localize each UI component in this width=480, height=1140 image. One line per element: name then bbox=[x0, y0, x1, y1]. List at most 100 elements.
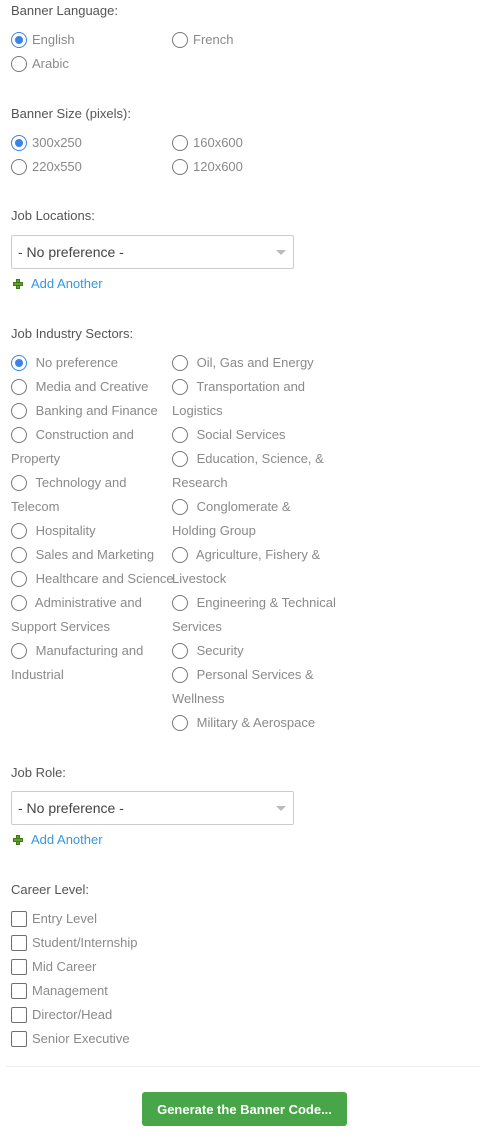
radio-label: Administrative and Support Services bbox=[11, 595, 142, 634]
radio-icon[interactable] bbox=[11, 159, 27, 175]
radio-icon[interactable] bbox=[172, 32, 188, 48]
radio-120x600[interactable]: 120x600 bbox=[172, 155, 243, 179]
radio-icon[interactable] bbox=[11, 547, 27, 563]
checkbox-icon[interactable] bbox=[11, 935, 27, 951]
banner-language-label: Banner Language: bbox=[11, 3, 118, 18]
radio-industry-oil-gas[interactable]: Oil, Gas and Energy bbox=[172, 351, 337, 375]
checkbox-icon[interactable] bbox=[11, 911, 27, 927]
radio-label: 220x550 bbox=[32, 159, 82, 174]
radio-icon[interactable] bbox=[172, 355, 188, 371]
checkbox-icon[interactable] bbox=[11, 959, 27, 975]
job-locations-label: Job Locations: bbox=[11, 208, 95, 223]
radio-icon[interactable] bbox=[172, 715, 188, 731]
add-another-label: Add Another bbox=[31, 832, 103, 847]
radio-icon[interactable] bbox=[172, 451, 188, 467]
radio-icon[interactable] bbox=[172, 427, 188, 443]
radio-industry-administrative[interactable]: Administrative and Support Services bbox=[11, 591, 171, 639]
radio-icon[interactable] bbox=[11, 56, 27, 72]
radio-icon[interactable] bbox=[11, 595, 27, 611]
checkbox-label: Mid Career bbox=[32, 959, 97, 974]
radio-label: Oil, Gas and Energy bbox=[196, 355, 314, 370]
radio-industry-security[interactable]: Security bbox=[172, 639, 337, 663]
radio-industry-technology[interactable]: Technology and Telecom bbox=[11, 471, 171, 519]
checkbox-entry-level[interactable]: Entry Level bbox=[11, 907, 97, 931]
radio-industry-education[interactable]: Education, Science, & Research bbox=[172, 447, 337, 495]
radio-label: Conglomerate & Holding Group bbox=[172, 499, 291, 538]
checkbox-label: Senior Executive bbox=[32, 1031, 130, 1046]
radio-icon[interactable] bbox=[172, 595, 188, 611]
radio-label: Manufacturing and Industrial bbox=[11, 643, 144, 682]
radio-icon[interactable] bbox=[11, 403, 27, 419]
radio-icon[interactable] bbox=[11, 475, 27, 491]
radio-icon[interactable] bbox=[11, 427, 27, 443]
radio-industry-no-preference[interactable]: No preference bbox=[11, 351, 171, 375]
checkbox-management[interactable]: Management bbox=[11, 979, 108, 1003]
checkbox-icon[interactable] bbox=[11, 1007, 27, 1023]
radio-icon[interactable] bbox=[172, 667, 188, 683]
checkbox-label: Management bbox=[32, 983, 108, 998]
radio-industry-manufacturing[interactable]: Manufacturing and Industrial bbox=[11, 639, 171, 687]
plus-icon bbox=[13, 835, 23, 845]
radio-label: Social Services bbox=[196, 427, 286, 442]
radio-industry-conglomerate[interactable]: Conglomerate & Holding Group bbox=[172, 495, 337, 543]
radio-icon[interactable] bbox=[172, 135, 188, 151]
radio-checked-icon[interactable] bbox=[11, 32, 27, 48]
radio-industry-transportation[interactable]: Transportation and Logistics bbox=[172, 375, 337, 423]
checkbox-icon[interactable] bbox=[11, 983, 27, 999]
radio-label: Technology and Telecom bbox=[11, 475, 127, 514]
radio-icon[interactable] bbox=[11, 379, 27, 395]
generate-banner-code-button[interactable]: Generate the Banner Code... bbox=[142, 1092, 347, 1126]
radio-label: 120x600 bbox=[193, 159, 243, 174]
radio-checked-icon[interactable] bbox=[11, 355, 27, 371]
job-role-label: Job Role: bbox=[11, 765, 66, 780]
radio-160x600[interactable]: 160x600 bbox=[172, 131, 243, 155]
job-locations-select[interactable]: - No preference - bbox=[11, 235, 294, 269]
radio-icon[interactable] bbox=[11, 523, 27, 539]
checkbox-senior-executive[interactable]: Senior Executive bbox=[11, 1027, 130, 1051]
radio-industry-hospitality[interactable]: Hospitality bbox=[11, 519, 171, 543]
radio-industry-sales[interactable]: Sales and Marketing bbox=[11, 543, 171, 567]
radio-arabic[interactable]: Arabic bbox=[11, 52, 69, 76]
radio-300x250[interactable]: 300x250 bbox=[11, 131, 82, 155]
radio-industry-healthcare[interactable]: Healthcare and Science bbox=[11, 567, 174, 591]
radio-industry-agriculture[interactable]: Agriculture, Fishery & Livestock bbox=[172, 543, 337, 591]
radio-french[interactable]: French bbox=[172, 28, 233, 52]
job-role-select[interactable]: - No preference - bbox=[11, 791, 294, 825]
radio-icon[interactable] bbox=[172, 643, 188, 659]
radio-industry-engineering[interactable]: Engineering & Technical Services bbox=[172, 591, 337, 639]
radio-industry-media[interactable]: Media and Creative bbox=[11, 375, 171, 399]
radio-icon[interactable] bbox=[172, 379, 188, 395]
radio-industry-military[interactable]: Military & Aerospace bbox=[172, 711, 337, 735]
radio-industry-personal-services[interactable]: Personal Services & Wellness bbox=[172, 663, 337, 711]
radio-label: Military & Aerospace bbox=[196, 715, 316, 730]
checkbox-mid-career[interactable]: Mid Career bbox=[11, 955, 96, 979]
radio-label: Arabic bbox=[32, 56, 69, 71]
radio-icon[interactable] bbox=[11, 571, 27, 587]
radio-icon[interactable] bbox=[172, 499, 188, 515]
radio-220x550[interactable]: 220x550 bbox=[11, 155, 82, 179]
checkbox-student-internship[interactable]: Student/Internship bbox=[11, 931, 138, 955]
radio-label: Banking and Finance bbox=[35, 403, 158, 418]
radio-label: Media and Creative bbox=[35, 379, 149, 394]
radio-industry-banking[interactable]: Banking and Finance bbox=[11, 399, 171, 423]
add-another-role-link[interactable]: Add Another bbox=[13, 832, 103, 848]
radio-english[interactable]: English bbox=[11, 28, 75, 52]
radio-icon[interactable] bbox=[172, 547, 188, 563]
radio-checked-icon[interactable] bbox=[11, 135, 27, 151]
radio-label: Transportation and Logistics bbox=[172, 379, 306, 418]
industry-column-left: No preference Media and Creative Banking… bbox=[11, 351, 174, 687]
add-another-location-link[interactable]: Add Another bbox=[13, 276, 103, 292]
radio-label: Hospitality bbox=[35, 523, 96, 538]
radio-label: Personal Services & Wellness bbox=[172, 667, 314, 706]
banner-size-label: Banner Size (pixels): bbox=[11, 106, 131, 121]
radio-icon[interactable] bbox=[11, 643, 27, 659]
radio-label: Healthcare and Science bbox=[35, 571, 174, 586]
radio-label: 160x600 bbox=[193, 135, 243, 150]
radio-industry-social[interactable]: Social Services bbox=[172, 423, 337, 447]
checkbox-director-head[interactable]: Director/Head bbox=[11, 1003, 112, 1027]
checkbox-icon[interactable] bbox=[11, 1031, 27, 1047]
divider bbox=[6, 1066, 480, 1067]
radio-industry-construction[interactable]: Construction and Property bbox=[11, 423, 171, 471]
career-level-label: Career Level: bbox=[11, 882, 90, 897]
radio-icon[interactable] bbox=[172, 159, 188, 175]
